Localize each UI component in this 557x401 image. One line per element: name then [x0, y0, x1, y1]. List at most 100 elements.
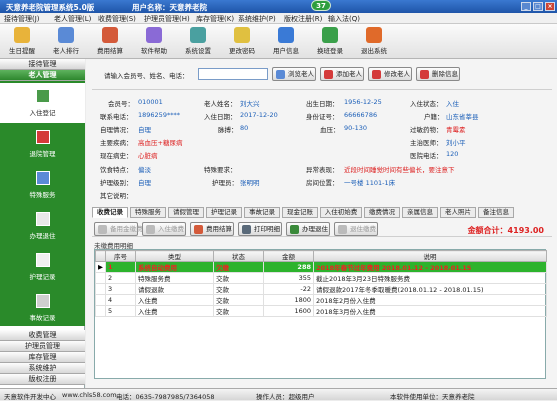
tab-relatives[interactable]: 亲属信息 [402, 207, 438, 218]
allergy-label: 过敏药物： [410, 126, 443, 134]
sidebar-item-special[interactable]: 特殊服务 [0, 165, 85, 205]
grid-indicator-header [95, 250, 106, 262]
cell-no: 2 [105, 272, 136, 284]
toolbar-label: 退出系统 [361, 47, 387, 55]
tab-care-record[interactable]: 护理记录 [206, 207, 242, 218]
button-label: 办理退住 [302, 225, 328, 233]
minimize-button[interactable]: _ [521, 2, 531, 11]
allergy-value: 青霉素 [446, 126, 466, 134]
exit-icon [366, 27, 382, 43]
care-level-value: 自理 [138, 179, 151, 187]
user-info-button[interactable]: 用户信息 [266, 26, 306, 57]
tab-accident[interactable]: 事故记录 [244, 207, 280, 218]
fee-settle-button[interactable]: 费用结算 [190, 222, 234, 236]
tab-payment[interactable]: 缴费情况 [364, 207, 400, 218]
table-row[interactable]: 3 请假退款 交款 -22 请假退款2017年冬季取暖费(2018.01.12 - 20… [95, 283, 547, 295]
button-label: 入住缴费 [158, 225, 184, 233]
record-icon [35, 253, 50, 267]
table-row[interactable]: 4 入住费 交款 1800 2018年2月份入住费 [95, 294, 547, 306]
grid-header-desc[interactable]: 说明 [313, 250, 547, 262]
service-icon [35, 171, 50, 185]
exit-button[interactable]: 退出系统 [354, 26, 394, 57]
table-row[interactable]: ▶ 1 系统自动费用 欠缴 288 2018年春节过年费用 2018.01.12 - 20… [95, 261, 547, 273]
sidebar-head-nurse[interactable]: 护理员管理 [0, 341, 85, 352]
sidebar-item-care-record[interactable]: 护理记录 [0, 247, 85, 287]
table-row[interactable]: 5 入住费 交款 1600 2018年3月份入住费 [95, 305, 547, 317]
sidebar-head-reception[interactable]: 接待管理 [0, 59, 85, 70]
cell-desc: 2018年3月份入住费 [313, 305, 547, 317]
settings-button[interactable]: 系统设置 [178, 26, 218, 57]
search-input[interactable] [198, 68, 268, 80]
phone-label: 联系电话： [100, 113, 133, 121]
tab-photo[interactable]: 老人照片 [440, 207, 476, 218]
reserve-pay-button[interactable]: 备用金缴费 [94, 222, 143, 236]
history-value: 心脏病 [138, 152, 158, 160]
delete-info-button[interactable]: 删除信息 [416, 67, 460, 81]
tab-cash[interactable]: 现金记账 [282, 207, 318, 218]
menu-reception[interactable]: 接待管理(J) [4, 14, 40, 24]
user-name-text: 用户名称：天意养老院 [132, 3, 207, 12]
menu-system[interactable]: 系统维护(P) [238, 14, 276, 24]
grid-header-amount[interactable]: 金额 [263, 250, 314, 262]
help-button[interactable]: 软件帮助 [134, 26, 174, 57]
key-icon [234, 27, 250, 43]
change-password-button[interactable]: 更改密码 [222, 26, 262, 57]
table-row[interactable]: 2 特殊服务费 交款 355 截止2018年3月23日特殊服务费 [95, 272, 547, 284]
birthday-button[interactable]: 生日提醒 [2, 26, 42, 57]
discharge-button[interactable]: 办理退住 [286, 222, 330, 236]
sidebar-head-system[interactable]: 系统维护 [0, 363, 85, 374]
maximize-button[interactable]: □ [533, 2, 543, 11]
close-button[interactable]: × [545, 2, 555, 11]
menu-fees[interactable]: 收费管理(S) [98, 14, 136, 24]
sidebar-item-discharge[interactable]: 办理退住 [0, 206, 85, 246]
settle-button[interactable]: 费用结算 [90, 26, 130, 57]
sidebar-item-checkin[interactable]: 入住登记 [0, 83, 85, 123]
history-label: 现在病史： [100, 152, 133, 160]
browse-elder-button[interactable]: 浏览老人 [272, 67, 316, 81]
tab-initial-fee[interactable]: 入住初始费 [320, 207, 362, 218]
accident-icon [35, 294, 50, 308]
menu-elder[interactable]: 老人管理(L) [54, 14, 91, 24]
menu-nurse[interactable]: 护理员管理(H) [144, 14, 190, 24]
sidebar-item-label: 入住登记 [29, 109, 56, 117]
tab-notes[interactable]: 备注信息 [478, 207, 514, 218]
money-icon [102, 27, 118, 43]
edit-elder-button[interactable]: 修改老人 [368, 67, 412, 81]
cell-status: 交款 [213, 305, 264, 317]
discharge-pay-button[interactable]: 退住缴费 [334, 222, 378, 236]
grid-header-status[interactable]: 状态 [213, 250, 264, 262]
sidebar-head-elder[interactable]: 老人管理 [0, 70, 85, 81]
checkin-pay-button[interactable]: 入住缴费 [142, 222, 186, 236]
disease-value: 高血压+糖尿病 [138, 139, 183, 147]
nurse-value: 张明明 [240, 179, 260, 187]
abnormal-value: 近段时间睡觉时间有些偏长，要注意下 [344, 166, 455, 174]
elder-rank-button[interactable]: 老人排行 [46, 26, 86, 57]
cell-type: 系统自动费用 [135, 261, 214, 273]
sidebar-item-accident[interactable]: 事故记录 [0, 288, 85, 328]
add-elder-button[interactable]: 添加老人 [320, 67, 364, 81]
grid-header-type[interactable]: 类型 [135, 250, 214, 262]
sidebar-head-fees[interactable]: 收费管理 [0, 330, 85, 341]
button-label: 退住缴费 [350, 225, 376, 233]
name-label: 老人姓名： [204, 100, 237, 108]
menu-stock[interactable]: 库存管理(K) [196, 14, 234, 24]
sidebar-head-license[interactable]: 版权注册 [0, 374, 85, 385]
sidebar-item-leave[interactable]: 退院管理 [0, 124, 85, 164]
menu-ime[interactable]: 输入法(Q) [328, 14, 360, 24]
tab-leave[interactable]: 请假管理 [168, 207, 204, 218]
browse-icon [276, 70, 285, 79]
print-detail-button[interactable]: 打印明细 [238, 222, 282, 236]
sidebar-head-stock[interactable]: 库存管理 [0, 352, 85, 363]
tab-fee-record[interactable]: 收费记录 [92, 207, 128, 218]
discharge-icon [35, 212, 50, 226]
switch-shift-button[interactable]: 换班登录 [310, 26, 350, 57]
menu-license[interactable]: 版权注册(R) [284, 14, 322, 24]
checkin-icon [35, 89, 50, 103]
room-label: 房间位置： [306, 179, 339, 187]
tab-special-service[interactable]: 特殊服务 [130, 207, 166, 218]
special-req-label: 特殊要求： [204, 166, 237, 174]
calendar-icon [35, 130, 50, 144]
button-label: 备用金缴费 [110, 225, 143, 233]
grid-header-no[interactable]: 序号 [105, 250, 136, 262]
cell-no: 1 [105, 261, 136, 273]
